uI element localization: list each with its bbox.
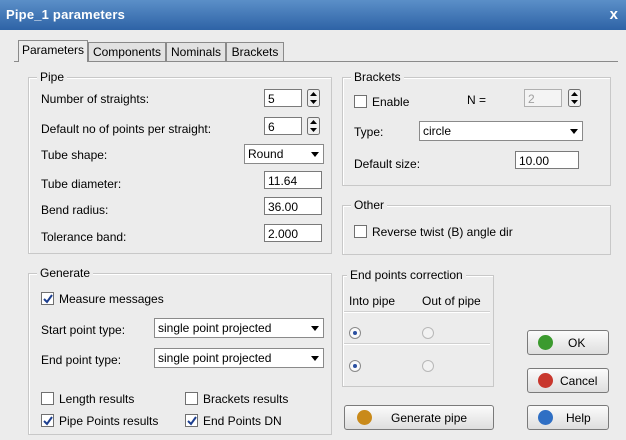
spinner-icon — [568, 89, 581, 107]
cancel-button[interactable]: Cancel — [527, 368, 609, 393]
pipe-points-results-label: Pipe Points results — [59, 414, 159, 428]
brackets-group-title: Brackets — [351, 70, 404, 84]
start-into-pipe-radio[interactable] — [349, 327, 361, 339]
ok-button[interactable]: OK — [527, 330, 609, 355]
brackets-n-spinner[interactable] — [568, 89, 581, 107]
tube-shape-select[interactable]: Round — [244, 144, 324, 164]
end-point-label: End point type: — [41, 353, 122, 367]
dialog-window: Pipe_1 parameters x Parameters Component… — [0, 0, 626, 440]
end-into-pipe-radio[interactable] — [349, 360, 361, 372]
tolerance-band-input[interactable]: 2.000 — [264, 224, 322, 242]
out-of-pipe-column-label: Out of pipe — [422, 294, 481, 308]
generate-group-title: Generate — [37, 266, 94, 280]
brackets-type-value: circle — [423, 124, 452, 138]
title-bar[interactable]: Pipe_1 parameters x — [0, 0, 626, 30]
measure-messages-label: Measure messages — [59, 292, 164, 306]
chevron-down-icon — [311, 356, 319, 361]
cancel-label: Cancel — [560, 374, 598, 388]
checkmark-icon — [43, 416, 53, 426]
reverse-twist-label: Reverse twist (B) angle dir — [372, 225, 513, 239]
tab-brackets[interactable]: Brackets — [226, 42, 284, 61]
length-results-checkbox[interactable] — [41, 392, 54, 405]
num-straights-label: Number of straights: — [41, 92, 150, 106]
other-group-title: Other — [351, 198, 388, 212]
start-point-value: single point projected — [158, 321, 272, 335]
chevron-down-icon — [311, 326, 319, 331]
spinner-icon — [307, 117, 320, 135]
tube-shape-value: Round — [248, 147, 284, 161]
tab-nominals[interactable]: Nominals — [166, 42, 226, 61]
start-point-select[interactable]: single point projected — [154, 318, 324, 338]
num-straights-input[interactable]: 5 — [264, 89, 302, 107]
default-size-input[interactable]: 10.00 — [515, 151, 579, 169]
into-pipe-column-label: Into pipe — [349, 294, 396, 308]
bend-radius-label: Bend radius: — [41, 203, 109, 217]
tab-parameters[interactable]: Parameters — [18, 40, 88, 62]
default-points-input[interactable]: 6 — [264, 117, 302, 135]
brackets-n-label: N = — [467, 93, 487, 107]
divider — [344, 343, 490, 345]
generate-pipe-label: Generate pipe — [391, 411, 468, 425]
checkmark-icon — [538, 335, 553, 350]
tube-diameter-input[interactable]: 11.64 — [264, 171, 322, 189]
bend-radius-input[interactable]: 36.00 — [264, 197, 322, 215]
generate-icon — [357, 410, 372, 425]
help-button[interactable]: Help — [527, 405, 609, 430]
pipe-points-results-checkbox[interactable] — [41, 414, 54, 427]
brackets-n-input[interactable]: 2 — [524, 89, 562, 107]
end-points-correction-title: End points correction — [347, 268, 466, 282]
window-title: Pipe_1 parameters — [6, 7, 126, 22]
pipe-group-title: Pipe — [37, 70, 68, 84]
reverse-twist-checkbox[interactable] — [354, 225, 367, 238]
default-points-spinner[interactable] — [307, 117, 320, 135]
brackets-enable-checkbox[interactable] — [354, 95, 367, 108]
brackets-type-select[interactable]: circle — [419, 121, 583, 141]
brackets-results-label: Brackets results — [203, 392, 289, 406]
end-point-select[interactable]: single point projected — [154, 348, 324, 368]
tube-shape-label: Tube shape: — [41, 148, 108, 162]
checkmark-icon — [187, 416, 197, 426]
generate-pipe-button[interactable]: Generate pipe — [344, 405, 494, 430]
end-out-of-pipe-radio[interactable] — [422, 360, 434, 372]
brackets-results-checkbox[interactable] — [185, 392, 198, 405]
ok-label: OK — [568, 336, 586, 350]
brackets-type-label: Type: — [354, 125, 384, 139]
end-points-correction-group: End points correction — [342, 268, 494, 387]
chevron-down-icon — [311, 152, 319, 157]
default-size-label: Default size: — [354, 157, 421, 171]
spinner-icon — [307, 89, 320, 107]
chevron-down-icon — [570, 129, 578, 134]
end-points-dn-label: End Points DN — [203, 414, 282, 428]
tolerance-band-label: Tolerance band: — [41, 230, 127, 244]
end-points-dn-checkbox[interactable] — [185, 414, 198, 427]
close-icon[interactable]: x — [610, 6, 618, 23]
end-point-value: single point projected — [158, 351, 272, 365]
checkmark-icon — [43, 294, 53, 304]
start-point-label: Start point type: — [41, 323, 126, 337]
tube-diameter-label: Tube diameter: — [41, 177, 122, 191]
tab-components[interactable]: Components — [88, 42, 166, 61]
divider — [344, 311, 490, 313]
help-icon — [538, 410, 553, 425]
help-label: Help — [566, 411, 591, 425]
cancel-icon — [538, 373, 553, 388]
measure-messages-checkbox[interactable] — [41, 292, 54, 305]
start-out-of-pipe-radio[interactable] — [422, 327, 434, 339]
default-points-label: Default no of points per straight: — [41, 122, 212, 136]
num-straights-spinner[interactable] — [307, 89, 320, 107]
length-results-label: Length results — [59, 392, 135, 406]
brackets-enable-label: Enable — [372, 95, 410, 109]
